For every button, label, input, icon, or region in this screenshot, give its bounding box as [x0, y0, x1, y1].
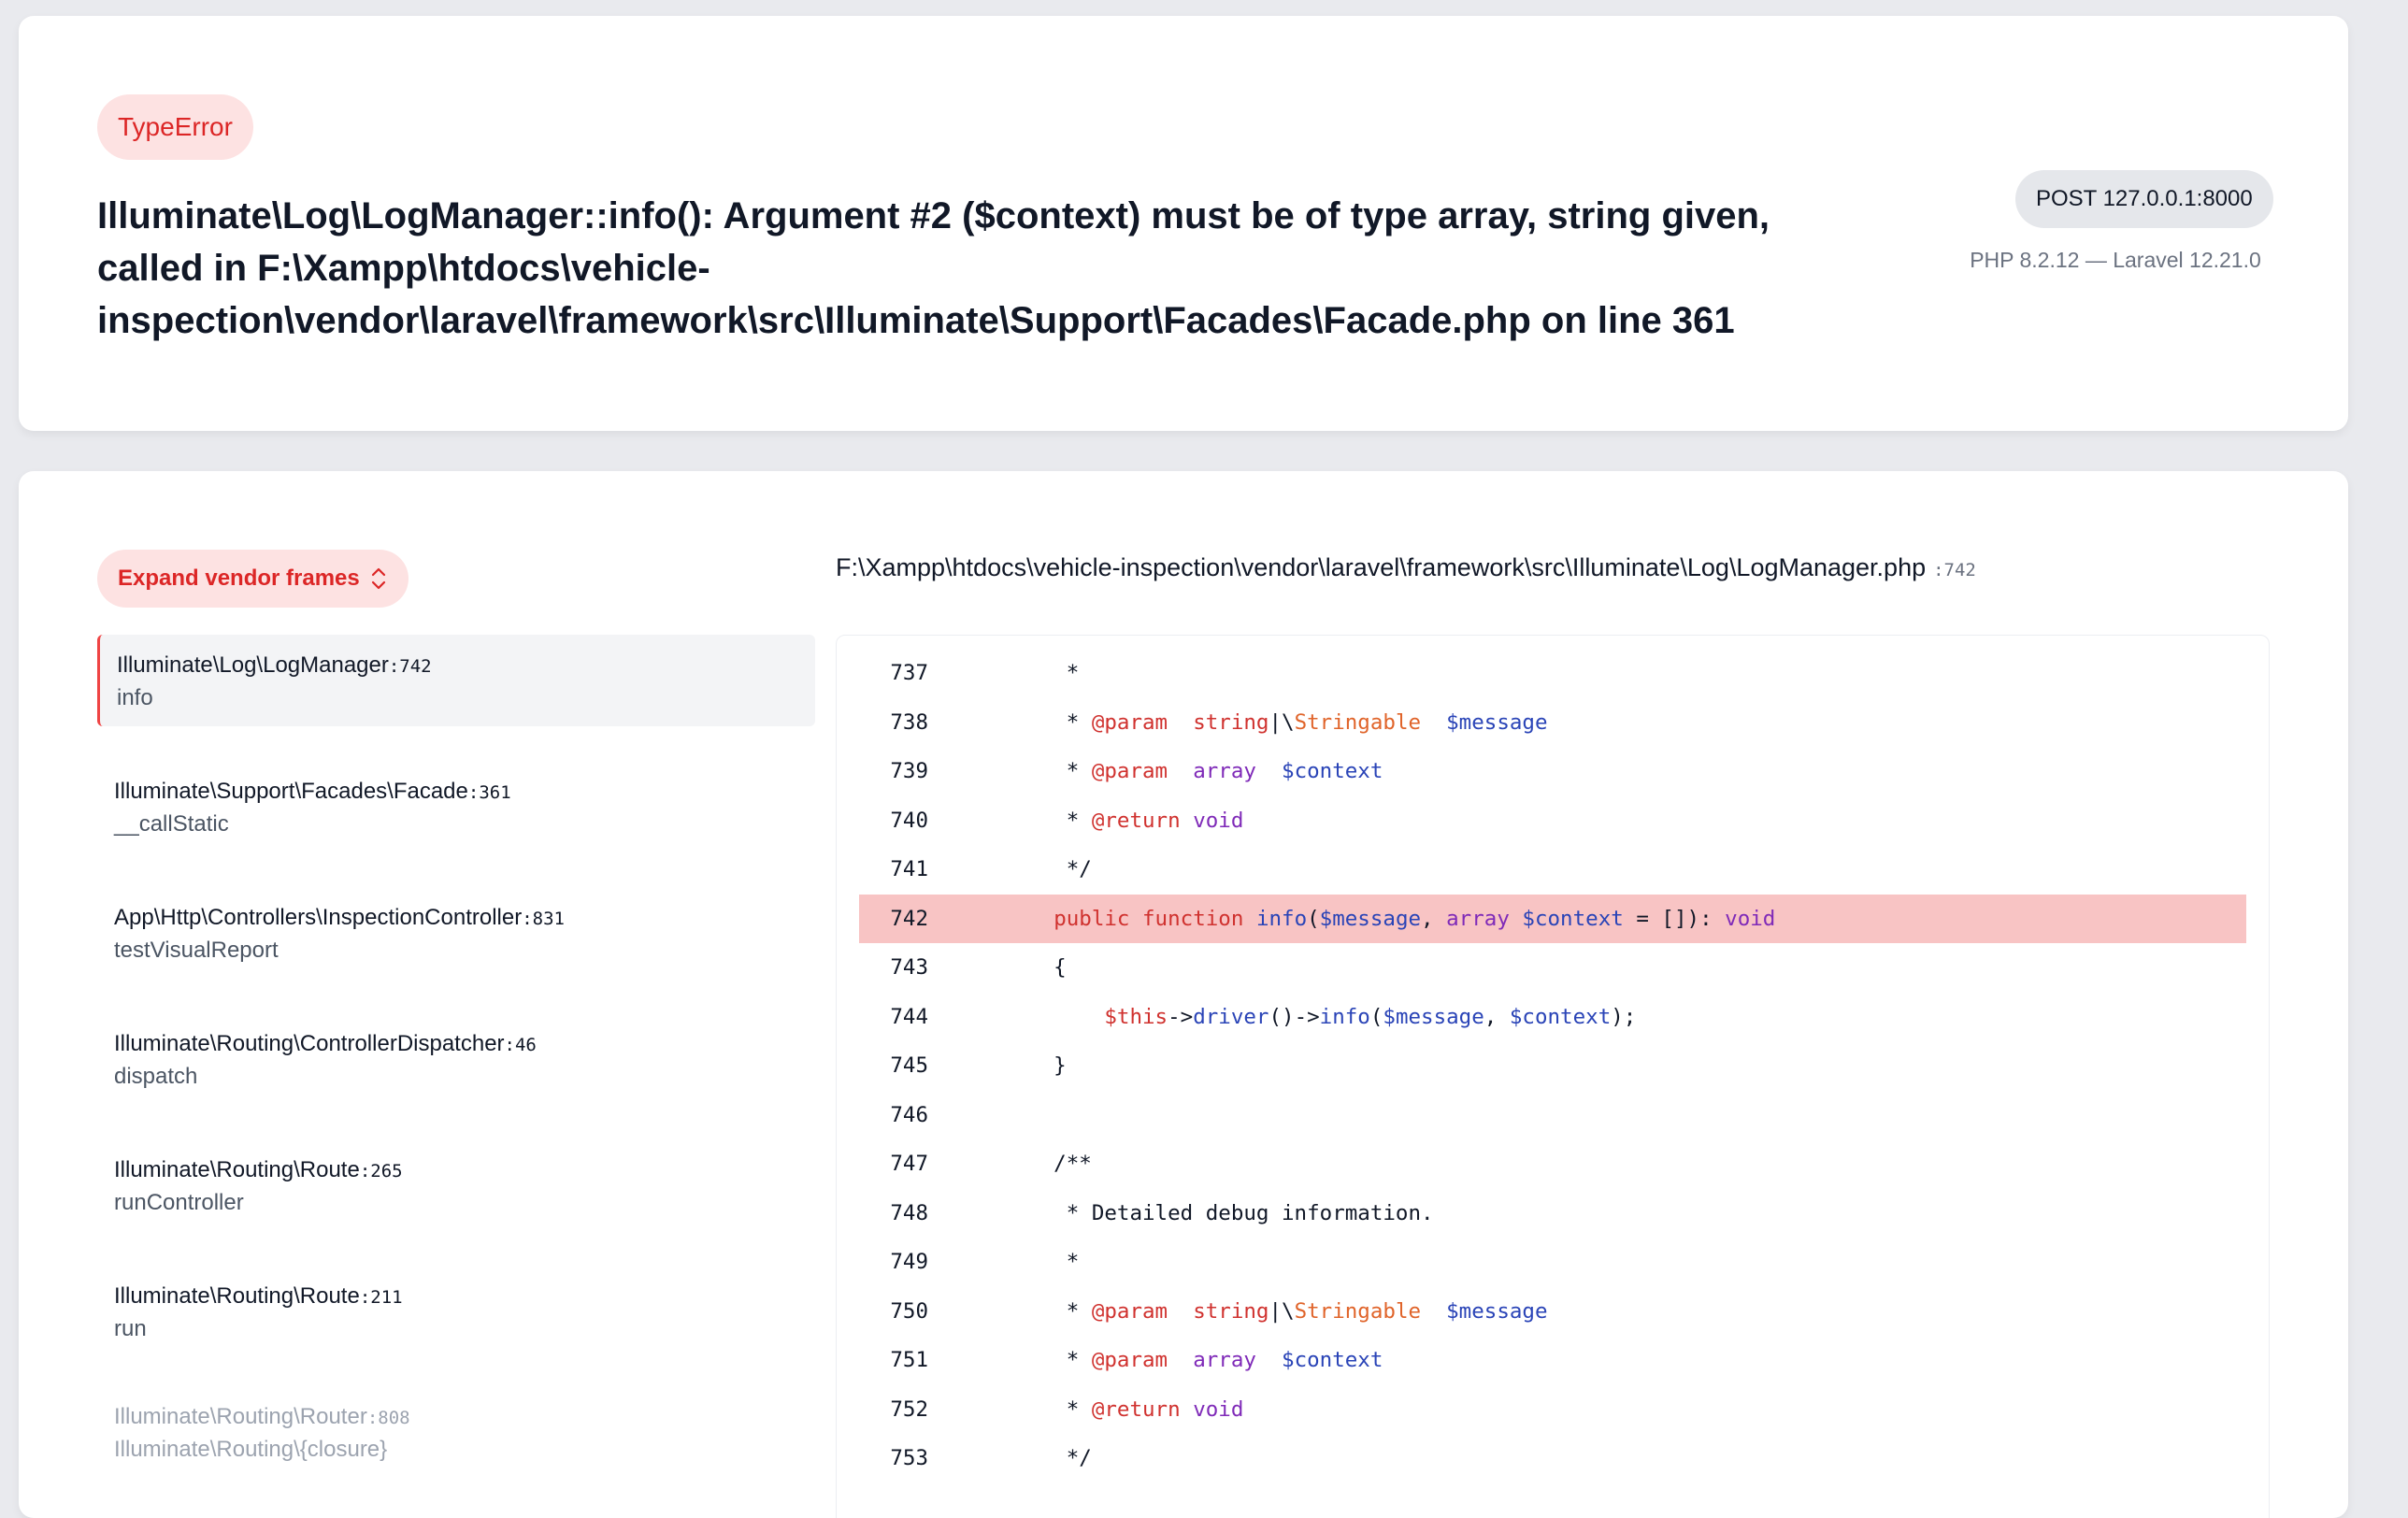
highlighted-code-line: 742 public function info($message, array…: [859, 894, 2246, 943]
code-text: */: [1003, 1446, 1092, 1471]
frame-class: Illuminate\Routing\Route: [114, 1283, 360, 1309]
frame-class: Illuminate\Routing\Router: [114, 1404, 367, 1429]
line-number: 751: [890, 1348, 928, 1373]
error-type-badge: TypeError: [97, 94, 253, 160]
code-line: 753 */: [859, 1434, 2246, 1483]
code-text: * @param string|\Stringable $message: [1003, 1298, 1548, 1324]
frame-line: :265: [359, 1161, 403, 1181]
code-line: 750 * @param string|\Stringable $message: [859, 1287, 2246, 1337]
stack-trace-card: Expand vendor frames Illuminate\Log\LogM…: [19, 471, 2348, 1518]
frame-class: App\Http\Controllers\InspectionControlle…: [114, 905, 523, 930]
stack-frame[interactable]: Illuminate\Routing\Route:211 run: [97, 1266, 815, 1357]
code-text: /**: [1003, 1152, 1092, 1177]
stack-frame[interactable]: Illuminate\Support\Facades\Facade:361 __…: [97, 761, 815, 852]
source-file-path: F:\Xampp\htdocs\vehicle-inspection\vendo…: [836, 553, 1976, 582]
frame-function: Illuminate\Routing\{closure}: [114, 1437, 388, 1462]
code-line: 745 }: [859, 1041, 2246, 1091]
code-line: 738 * @param string|\Stringable $message: [859, 698, 2246, 748]
stack-frame-list: Illuminate\Log\LogManager:742 info Illum…: [97, 635, 815, 1515]
frame-line: :361: [467, 782, 511, 803]
expand-vendor-frames-button[interactable]: Expand vendor frames: [97, 550, 408, 608]
source-file-name: F:\Xampp\htdocs\vehicle-inspection\vendo…: [836, 553, 1927, 581]
stack-frame[interactable]: Illuminate\Log\LogManager:742 info: [97, 635, 815, 726]
frame-function: runController: [114, 1190, 244, 1215]
code-text: * Detailed debug information.: [1003, 1200, 1434, 1225]
line-number: 749: [890, 1250, 928, 1275]
frame-class: Illuminate\Log\LogManager: [117, 652, 389, 678]
frame-function: testVisualReport: [114, 938, 279, 963]
line-number: 737: [890, 661, 928, 686]
code-line: 743 {: [859, 943, 2246, 993]
expand-vendor-frames-label: Expand vendor frames: [118, 566, 360, 591]
line-number: 743: [890, 955, 928, 981]
frame-line: :808: [366, 1408, 410, 1428]
frame-function: run: [114, 1316, 147, 1341]
code-line: 748 * Detailed debug information.: [859, 1189, 2246, 1239]
code-line: 746: [859, 1091, 2246, 1140]
chevron-up-down-icon: [371, 567, 385, 590]
error-message: Illuminate\Log\LogManager::info(): Argum…: [97, 195, 1770, 341]
line-number: 750: [890, 1298, 928, 1324]
frame-function: __callStatic: [114, 811, 229, 837]
line-number: 745: [890, 1053, 928, 1079]
code-text: public function info($message, array $co…: [1054, 906, 1776, 931]
code-text: *: [1003, 661, 1080, 686]
code-line: 741 */: [859, 845, 2246, 895]
code-line: 747 /**: [859, 1139, 2246, 1189]
code-text: {: [1003, 955, 1067, 981]
stack-frame[interactable]: App\Http\Controllers\InspectionControlle…: [97, 887, 815, 979]
code-text: * @return void: [1003, 808, 1244, 833]
stack-frame[interactable]: Illuminate\Routing\Route:265 runControll…: [97, 1139, 815, 1231]
code-line: 744 $this->driver()->info($message, $con…: [859, 993, 2246, 1042]
line-number: 738: [890, 709, 928, 735]
frame-line: :211: [359, 1287, 403, 1308]
code-text: * @param array $context: [1003, 1348, 1383, 1373]
code-text: * @param string|\Stringable $message: [1003, 709, 1548, 735]
frame-class: Illuminate\Support\Facades\Facade: [114, 779, 468, 804]
line-number: 747: [890, 1152, 928, 1177]
code-lines: 737 * 738 * @param string|\Stringable $me…: [859, 649, 2246, 1483]
frame-function: info: [117, 685, 153, 710]
source-file-line: :742: [1933, 560, 1976, 580]
request-method-url: POST 127.0.0.1:8000: [2015, 170, 2273, 228]
code-text: *: [1003, 1250, 1080, 1275]
code-text: * @param array $context: [1003, 759, 1383, 784]
line-number: 741: [890, 857, 928, 882]
code-text: * @return void: [1003, 1396, 1244, 1422]
frame-class: Illuminate\Routing\ControllerDispatcher: [114, 1031, 505, 1056]
line-number: 746: [890, 1102, 928, 1127]
code-line: 751 * @param array $context: [859, 1336, 2246, 1385]
frame-line: :46: [504, 1035, 537, 1055]
error-header-card: TypeError Illuminate\Log\LogManager::inf…: [19, 16, 2348, 431]
code-line: 740 * @return void: [859, 796, 2246, 846]
line-number: 739: [890, 759, 928, 784]
code-line: 752 * @return void: [859, 1385, 2246, 1435]
line-number: 748: [890, 1200, 928, 1225]
line-number: 752: [890, 1396, 928, 1422]
line-number: 753: [890, 1446, 928, 1471]
code-text: */: [1003, 857, 1092, 882]
frame-line: :831: [522, 909, 565, 929]
code-line: 739 * @param array $context: [859, 747, 2246, 796]
line-number: 744: [890, 1004, 928, 1029]
code-viewer: 737 * 738 * @param string|\Stringable $me…: [836, 635, 2270, 1518]
stack-frame[interactable]: Illuminate\Routing\Router:808 Illuminate…: [97, 1392, 815, 1481]
code-line: 749 *: [859, 1238, 2246, 1287]
frame-class: Illuminate\Routing\Route: [114, 1157, 360, 1182]
line-number: 742: [890, 906, 928, 931]
php-laravel-versions: PHP 8.2.12 — Laravel 12.21.0: [1970, 248, 2261, 272]
frame-line: :742: [388, 656, 432, 677]
code-text: $this->driver()->info($message, $context…: [1104, 1004, 1637, 1029]
code-line: 737 *: [859, 649, 2246, 698]
code-text: }: [1003, 1053, 1067, 1079]
frame-function: dispatch: [114, 1064, 198, 1089]
stack-frame[interactable]: Illuminate\Routing\ControllerDispatcher:…: [97, 1013, 815, 1105]
line-number: 740: [890, 808, 928, 833]
